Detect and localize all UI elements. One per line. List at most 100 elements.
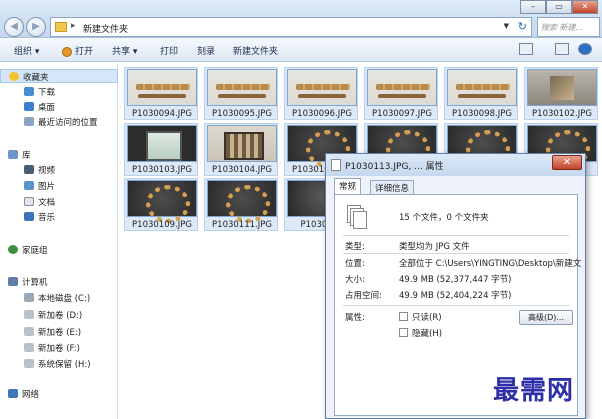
sidebar-item-network[interactable]: 网络 <box>0 387 118 401</box>
location-label: 位置: <box>345 259 365 269</box>
type-value: 类型均为 JPG 文件 <box>399 242 470 252</box>
sidebar-item-recent[interactable]: 最近访问的位置 <box>0 115 118 129</box>
drive-icon <box>24 343 34 352</box>
organize-button[interactable]: 组织 ▾ <box>14 44 39 57</box>
sidebar-label: 计算机 <box>22 278 48 288</box>
sidebar-item-pictures[interactable]: 图片 <box>0 179 118 193</box>
file-name: P1030094.JPG <box>132 109 192 119</box>
sidebar-item-local-disk-c[interactable]: 本地磁盘 (C:) <box>0 291 118 305</box>
sidebar-item-documents[interactable]: 文档 <box>0 195 118 209</box>
help-icon[interactable] <box>578 43 592 55</box>
disk-size-label: 占用空间: <box>345 291 382 301</box>
download-icon <box>24 87 34 96</box>
file-item[interactable]: P1030094.JPG <box>124 67 198 120</box>
image-thumbnail <box>367 69 437 106</box>
sidebar-item-favorites[interactable]: 收藏夹 <box>0 69 118 83</box>
share-button[interactable]: 共享 ▾ <box>112 44 137 57</box>
file-name: P1030109.JPG <box>132 220 192 230</box>
attributes-label: 属性: <box>345 313 365 323</box>
minimize-button[interactable]: – <box>520 0 546 14</box>
close-window-button[interactable]: ✕ <box>572 0 598 14</box>
sidebar-item-homegroup[interactable]: 家庭组 <box>0 243 118 257</box>
back-button-icon[interactable]: ◀ <box>4 17 24 37</box>
divider <box>343 305 569 306</box>
network-icon <box>8 389 18 398</box>
file-item[interactable]: P1030109.JPG <box>124 178 198 231</box>
sidebar-item-music[interactable]: 音乐 <box>0 210 118 224</box>
image-thumbnail <box>287 69 357 106</box>
sidebar-item-reserved-h[interactable]: 系统保留 (H:) <box>0 357 118 371</box>
file-item[interactable]: P1030111.JPG <box>204 178 278 231</box>
computer-icon <box>8 277 18 286</box>
drive-icon <box>24 327 34 336</box>
star-icon <box>9 72 19 81</box>
file-item[interactable]: P1030098.JPG <box>444 67 518 120</box>
sidebar-item-desktop[interactable]: 桌面 <box>0 100 118 114</box>
file-item[interactable]: P1030102.JPG <box>524 67 598 120</box>
multiple-files-icon <box>347 205 369 229</box>
drive-icon <box>24 310 34 319</box>
tab-general[interactable]: 常规 <box>334 178 362 195</box>
recent-places-icon <box>24 117 34 126</box>
file-item[interactable]: P1030095.JPG <box>204 67 278 120</box>
sidebar-label: 新加卷 (F:) <box>38 344 80 354</box>
divider <box>343 235 569 236</box>
hidden-checkbox[interactable] <box>399 328 408 337</box>
address-dropdown-icon[interactable]: ▼ <box>504 22 509 30</box>
file-icon <box>331 159 341 171</box>
sidebar-label: 本地磁盘 (C:) <box>38 294 91 304</box>
sidebar-label: 网络 <box>22 390 40 400</box>
file-item[interactable]: P1030103.JPG <box>124 123 198 176</box>
file-name: P1030095.JPG <box>212 109 272 119</box>
maximize-button[interactable]: ▭ <box>546 0 572 14</box>
tab-details[interactable]: 详细信息 <box>370 180 415 194</box>
preview-pane-icon[interactable] <box>555 43 569 55</box>
sidebar-label: 库 <box>22 151 31 161</box>
file-name: P1030097.JPG <box>372 109 432 119</box>
sidebar-label: 系统保留 (H:) <box>38 360 91 370</box>
file-item[interactable]: P1030096.JPG <box>284 67 358 120</box>
dialog-close-button[interactable]: ✕ <box>552 155 582 170</box>
drive-icon <box>24 293 34 302</box>
sidebar-item-volume-e[interactable]: 新加卷 (E:) <box>0 325 118 339</box>
drive-icon <box>24 359 34 368</box>
sidebar-label: 新加卷 (D:) <box>38 311 83 321</box>
burn-button[interactable]: 刻录 <box>197 44 215 57</box>
selection-summary: 15 个文件，0 个文件夹 <box>399 213 489 223</box>
dialog-title: P1030113.JPG, ... 属性 <box>345 162 444 172</box>
file-name: P1030102.JPG <box>532 109 592 119</box>
watermark-text: 最需网 <box>493 376 575 406</box>
file-item[interactable]: P1030097.JPG <box>364 67 438 120</box>
open-icon <box>62 46 72 57</box>
sidebar-item-downloads[interactable]: 下载 <box>0 85 118 99</box>
sidebar-item-libraries[interactable]: 库 <box>0 148 118 162</box>
sidebar-label: 下载 <box>38 88 56 98</box>
file-item[interactable]: P1030104.JPG <box>204 123 278 176</box>
forward-button-icon[interactable]: ▶ <box>26 17 46 37</box>
sidebar-item-computer[interactable]: 计算机 <box>0 275 118 289</box>
address-bar[interactable]: ▸ 新建文件夹 ▼ ↻ <box>50 17 532 37</box>
search-input[interactable]: 搜索 新建... <box>537 17 600 37</box>
hidden-label: 隐藏(H) <box>412 329 443 339</box>
library-icon <box>8 150 18 159</box>
sidebar-label: 收藏夹 <box>23 73 49 83</box>
sidebar-item-volume-f[interactable]: 新加卷 (F:) <box>0 341 118 355</box>
refresh-icon[interactable]: ↻ <box>518 20 527 33</box>
desktop-icon <box>24 102 34 111</box>
file-name: P1030111.JPG <box>212 220 272 230</box>
new-folder-button[interactable]: 新建文件夹 <box>233 44 278 57</box>
open-button[interactable]: 打开 <box>62 44 93 57</box>
advanced-button[interactable]: 高级(D)... <box>519 310 573 325</box>
readonly-checkbox[interactable] <box>399 312 408 321</box>
file-name: P1030103.JPG <box>132 165 192 175</box>
sidebar-item-videos[interactable]: 视频 <box>0 163 118 177</box>
image-thumbnail <box>127 180 197 223</box>
title-bar: ◀ ▶ ▸ 新建文件夹 ▼ ↻ 搜索 新建... – ▭ ✕ <box>0 0 602 38</box>
dialog-title-bar[interactable]: P1030113.JPG, ... 属性 ✕ <box>326 154 585 176</box>
print-button[interactable]: 打印 <box>160 44 178 57</box>
sidebar-item-volume-d[interactable]: 新加卷 (D:) <box>0 308 118 322</box>
view-options-icon[interactable] <box>519 43 533 55</box>
video-icon <box>24 165 34 174</box>
sidebar-label: 最近访问的位置 <box>38 118 98 128</box>
image-thumbnail <box>127 69 197 106</box>
